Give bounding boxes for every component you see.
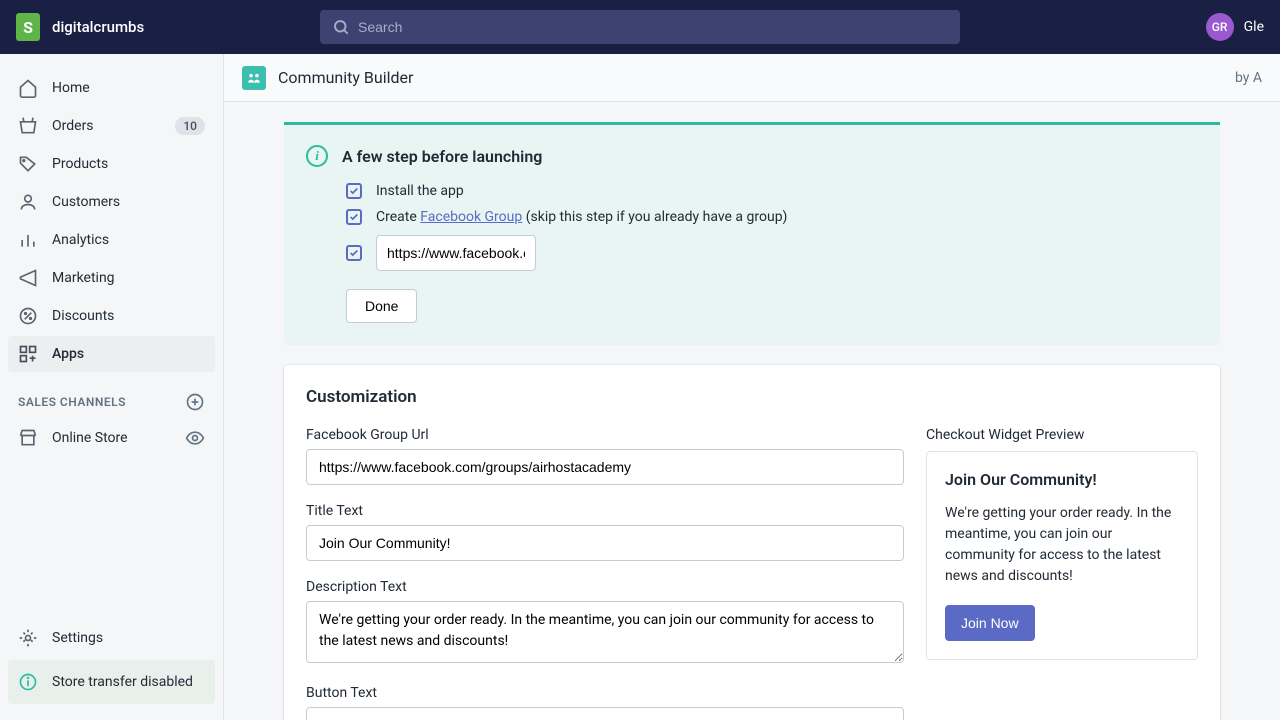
- sidebar-item-label: Orders: [52, 118, 161, 134]
- search-icon: [332, 18, 350, 40]
- card-title: Customization: [306, 387, 1198, 407]
- app-by: by A: [1235, 70, 1262, 86]
- step-create-label: Create Facebook Group (skip this step if…: [376, 209, 787, 225]
- sidebar-item-settings[interactable]: Settings: [8, 620, 215, 656]
- sales-channels-header: SALES CHANNELS: [8, 374, 215, 420]
- preview-box: Join Our Community! We're getting your o…: [926, 451, 1198, 660]
- home-icon: [18, 78, 38, 98]
- customers-icon: [18, 192, 38, 212]
- sidebar-item-products[interactable]: Products: [8, 146, 215, 182]
- step-install-label: Install the app: [376, 183, 464, 199]
- sidebar-item-home[interactable]: Home: [8, 70, 215, 106]
- preview-join-button[interactable]: Join Now: [945, 605, 1035, 641]
- search-input[interactable]: [320, 10, 960, 44]
- title-text-label: Title Text: [306, 503, 904, 519]
- marketing-icon: [18, 268, 38, 288]
- sidebar-item-marketing[interactable]: Marketing: [8, 260, 215, 296]
- sidebar-item-online-store[interactable]: Online Store: [8, 420, 215, 456]
- preview-title: Join Our Community!: [945, 470, 1179, 489]
- shopify-logo-icon: [16, 13, 40, 41]
- sidebar-item-label: Online Store: [52, 430, 171, 446]
- sidebar-item-label: Marketing: [52, 270, 205, 286]
- checkbox-url[interactable]: [346, 245, 362, 261]
- info-icon: i: [306, 145, 328, 167]
- sidebar-item-label: Discounts: [52, 308, 205, 324]
- sidebar-item-customers[interactable]: Customers: [8, 184, 215, 220]
- store-icon: [18, 428, 38, 448]
- title-text-input[interactable]: [306, 525, 904, 561]
- app-header: Community Builder by A: [224, 54, 1280, 102]
- view-store-icon[interactable]: [185, 428, 205, 448]
- discounts-icon: [18, 306, 38, 326]
- main-content: Community Builder by A i A few step befo…: [224, 54, 1280, 720]
- orders-icon: [18, 116, 38, 136]
- checkbox-create-group[interactable]: [346, 209, 362, 225]
- avatar[interactable]: GR: [1206, 13, 1234, 41]
- topbar-right: GR Gle: [1206, 13, 1264, 41]
- app-title: Community Builder: [278, 68, 1235, 87]
- checkbox-install[interactable]: [346, 183, 362, 199]
- add-channel-icon[interactable]: [185, 392, 205, 412]
- facebook-url-input-small[interactable]: [376, 235, 536, 271]
- button-text-input[interactable]: [306, 707, 904, 720]
- user-name[interactable]: Gle: [1244, 19, 1264, 35]
- analytics-icon: [18, 230, 38, 250]
- sidebar: Home Orders 10 Products Customers Analyt…: [0, 54, 224, 720]
- banner-title: A few step before launching: [342, 147, 542, 166]
- store-transfer-label: Store transfer disabled: [52, 674, 193, 690]
- done-button[interactable]: Done: [346, 289, 417, 323]
- sidebar-item-label: Apps: [52, 346, 205, 362]
- app-icon: [242, 66, 266, 90]
- preview-label: Checkout Widget Preview: [926, 427, 1198, 443]
- sidebar-item-analytics[interactable]: Analytics: [8, 222, 215, 258]
- apps-icon: [18, 344, 38, 364]
- orders-badge: 10: [175, 117, 205, 135]
- channels-header-label: SALES CHANNELS: [18, 395, 126, 409]
- sidebar-item-label: Products: [52, 156, 205, 172]
- products-icon: [18, 154, 38, 174]
- button-text-label: Button Text: [306, 685, 904, 701]
- sidebar-item-orders[interactable]: Orders 10: [8, 108, 215, 144]
- desc-text-input[interactable]: We're getting your order ready. In the m…: [306, 601, 904, 663]
- sidebar-item-label: Analytics: [52, 232, 205, 248]
- fb-url-label: Facebook Group Url: [306, 427, 904, 443]
- preview-desc: We're getting your order ready. In the m…: [945, 503, 1179, 587]
- launch-banner: i A few step before launching Install th…: [284, 122, 1220, 345]
- topbar: digitalcrumbs GR Gle: [0, 0, 1280, 54]
- sidebar-item-apps[interactable]: Apps: [8, 336, 215, 372]
- store-name: digitalcrumbs: [52, 18, 144, 36]
- sidebar-item-label: Customers: [52, 194, 205, 210]
- store-transfer-notice: Store transfer disabled: [8, 660, 215, 704]
- sidebar-item-discounts[interactable]: Discounts: [8, 298, 215, 334]
- facebook-group-link[interactable]: Facebook Group: [420, 209, 522, 225]
- customization-card: Customization Facebook Group Url Title T…: [284, 365, 1220, 720]
- desc-text-label: Description Text: [306, 579, 904, 595]
- info-icon: [18, 672, 38, 692]
- sidebar-item-label: Home: [52, 80, 205, 96]
- fb-url-input[interactable]: [306, 449, 904, 485]
- sidebar-item-label: Settings: [52, 630, 205, 646]
- gear-icon: [18, 628, 38, 648]
- search-container: [320, 10, 960, 44]
